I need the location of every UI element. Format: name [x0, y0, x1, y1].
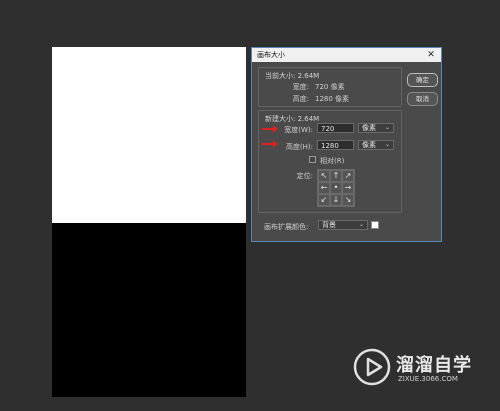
arrow-left-icon[interactable]: ← [318, 182, 330, 194]
chevron-down-icon: ⌄ [358, 221, 364, 228]
arrow-down-icon[interactable]: ↓ [330, 194, 342, 206]
dialog-titlebar: 画布大小 ✕ [252, 48, 441, 62]
photoshop-workspace: 画布大小 ✕ 确定 取消 当前大小: 2.64M 宽度: 720 像素 高度: … [0, 0, 500, 411]
current-width-label: 宽度: [292, 83, 309, 91]
arrow-up-left-icon[interactable]: ↖ [318, 170, 330, 182]
arrow-down-left-icon[interactable]: ↙ [318, 194, 330, 206]
red-arrow-width [262, 125, 278, 133]
canvas-size-dialog: 画布大小 ✕ 确定 取消 当前大小: 2.64M 宽度: 720 像素 高度: … [251, 47, 442, 242]
new-size-group: 新建大小: 2.64M 宽度(W): 720 像素 ⌄ 高度(H): 1280 … [258, 110, 402, 213]
current-size-group: 当前大小: 2.64M 宽度: 720 像素 高度: 1280 像素 [258, 67, 402, 107]
dialog-title: 画布大小 [257, 51, 285, 59]
height-input[interactable]: 1280 [317, 140, 354, 150]
current-width-value: 720 像素 [315, 83, 345, 91]
width-unit-value: 像素 [362, 124, 376, 132]
arrow-up-icon[interactable]: ↑ [330, 170, 342, 182]
watermark: 溜溜自学 ZIXUE.3066.COM [352, 345, 472, 391]
anchor-center-icon[interactable]: • [330, 182, 342, 194]
ok-button[interactable]: 确定 [407, 73, 438, 87]
relative-label: 相对(R) [320, 157, 345, 165]
relative-checkbox[interactable] [309, 156, 316, 163]
height-unit-value: 像素 [362, 141, 376, 149]
arrow-right-icon[interactable]: → [342, 182, 354, 194]
width-input[interactable]: 720 [317, 123, 354, 133]
current-size-title: 当前大小: 2.64M [265, 72, 320, 80]
watermark-url: ZIXUE.3066.COM [398, 375, 458, 383]
height-unit-select[interactable]: 像素 ⌄ [358, 140, 394, 150]
arrow-down-right-icon[interactable]: ↘ [342, 194, 354, 206]
new-width-label: 宽度(W): [284, 126, 313, 134]
anchor-label: 定位: [296, 172, 313, 180]
chevron-down-icon: ⌄ [384, 124, 390, 131]
canvas-black-area [52, 223, 246, 397]
extension-color-select[interactable]: 背景 ⌄ [318, 220, 368, 230]
arrow-up-right-icon[interactable]: ↗ [342, 170, 354, 182]
canvas-white-area [52, 47, 246, 223]
anchor-grid[interactable]: ↖ ↑ ↗ ← • → ↙ ↓ ↘ [317, 169, 355, 207]
current-height-value: 1280 像素 [315, 95, 350, 103]
extension-color-label: 画布扩展颜色: [264, 223, 309, 231]
watermark-name: 溜溜自学 [396, 355, 472, 376]
cancel-button[interactable]: 取消 [407, 92, 438, 106]
new-size-title: 新建大小: 2.64M [265, 115, 320, 123]
chevron-down-icon: ⌄ [384, 141, 390, 148]
play-logo-icon [353, 348, 391, 386]
red-arrow-height [262, 140, 278, 148]
close-icon[interactable]: ✕ [425, 48, 437, 62]
extension-color-swatch[interactable] [371, 221, 379, 229]
new-height-label: 高度(H): [285, 143, 313, 151]
extension-color-value: 背景 [322, 221, 336, 229]
current-height-label: 高度: [292, 95, 309, 103]
width-unit-select[interactable]: 像素 ⌄ [358, 123, 394, 133]
